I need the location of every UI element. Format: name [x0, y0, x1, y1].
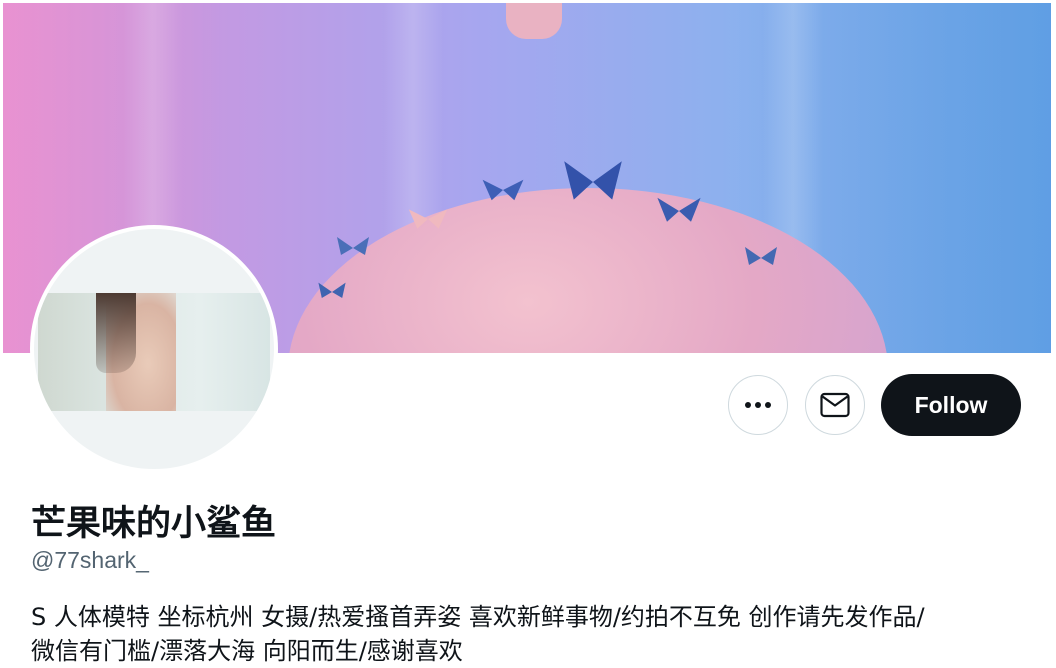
butterfly-icon — [337, 237, 369, 255]
avatar[interactable] — [30, 225, 278, 473]
avatar-photo-hair — [96, 293, 136, 373]
bio-line: 微信有门槛/漂落大海 向阳而生/感谢喜欢 — [31, 637, 463, 665]
follow-button[interactable]: Follow — [881, 374, 1021, 436]
butterfly-icon — [564, 161, 622, 200]
banner-hand — [506, 3, 562, 39]
more-dots-icon — [745, 402, 771, 408]
butterfly-icon — [745, 247, 777, 265]
user-handle: @77shark_ — [31, 547, 149, 573]
avatar-image — [34, 229, 274, 469]
envelope-icon — [820, 392, 850, 418]
butterfly-icon — [657, 197, 701, 222]
bio-line: S 人体模特 坐标杭州 女摄/热爱搔首弄姿 喜欢新鲜事物/约拍不互免 创作请先发… — [31, 603, 925, 631]
display-name: 芒果味的小鲨鱼 — [31, 504, 277, 544]
butterfly-icon — [408, 209, 448, 229]
message-button[interactable] — [805, 375, 865, 435]
profile-bio: S 人体模特 坐标杭州 女摄/热爱搔首弄姿 喜欢新鲜事物/约拍不互免 创作请先发… — [31, 600, 1031, 668]
butterfly-icon — [318, 282, 346, 298]
butterfly-icon — [482, 179, 524, 201]
more-options-button[interactable] — [728, 375, 788, 435]
